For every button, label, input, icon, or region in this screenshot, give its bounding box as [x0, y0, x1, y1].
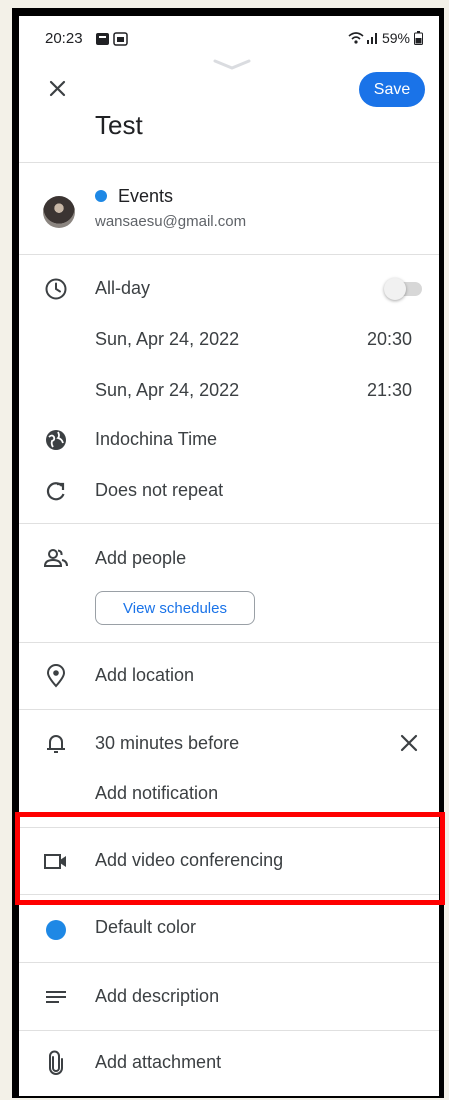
location-pin-icon	[43, 663, 69, 689]
clock-icon	[43, 276, 69, 302]
calendar-name[interactable]: Events	[118, 186, 173, 207]
add-description[interactable]: Add description	[95, 986, 219, 1007]
start-date[interactable]: Sun, Apr 24, 2022	[95, 329, 239, 350]
divider	[19, 827, 439, 828]
divider	[19, 1030, 439, 1031]
all-day-label: All-day	[95, 278, 151, 298]
divider	[19, 523, 439, 524]
all-day-toggle-knob[interactable]	[384, 278, 406, 300]
people-icon	[43, 546, 69, 572]
calendar-email[interactable]: wansaesu@gmail.com	[95, 213, 246, 230]
end-time[interactable]: 21:30	[367, 380, 412, 401]
divider	[19, 254, 439, 255]
divider	[19, 642, 439, 643]
globe-icon	[43, 427, 69, 453]
add-notification[interactable]: Add notification	[95, 783, 218, 804]
status-notification-icons	[95, 31, 129, 47]
start-time[interactable]: 20:30	[367, 329, 412, 350]
color-swatch	[46, 920, 66, 940]
status-right: 59%	[348, 30, 423, 46]
battery-icon	[414, 31, 423, 45]
add-people[interactable]: Add people	[95, 548, 186, 569]
avatar	[43, 196, 75, 228]
bell-icon	[43, 731, 69, 757]
add-video-conferencing[interactable]: Add video conferencing	[95, 850, 283, 871]
divider	[19, 709, 439, 710]
video-camera-icon	[43, 848, 69, 874]
close-icon[interactable]	[43, 74, 73, 104]
add-attachment[interactable]: Add attachment	[95, 1052, 221, 1073]
view-schedules-button[interactable]: View schedules	[95, 591, 255, 625]
add-location[interactable]: Add location	[95, 665, 194, 686]
status-time: 20:23	[45, 30, 83, 47]
wifi-signal-icon	[348, 31, 378, 45]
calendar-color-dot	[95, 190, 107, 202]
notification-value[interactable]: 30 minutes before	[95, 733, 239, 754]
repeat-option[interactable]: Does not repeat	[95, 480, 223, 501]
battery-percent: 59%	[381, 30, 410, 46]
divider	[19, 162, 439, 163]
divider	[19, 894, 439, 895]
drag-handle-icon[interactable]	[212, 58, 252, 72]
event-title-input[interactable]: Test	[95, 110, 143, 141]
description-lines-icon	[43, 984, 69, 1010]
end-date[interactable]: Sun, Apr 24, 2022	[95, 380, 239, 401]
default-color[interactable]: Default color	[95, 917, 196, 938]
repeat-icon	[43, 478, 69, 504]
divider	[19, 962, 439, 963]
paperclip-icon	[43, 1050, 69, 1076]
save-button[interactable]: Save	[359, 72, 425, 107]
remove-notification-icon[interactable]	[395, 729, 423, 757]
timezone[interactable]: Indochina Time	[95, 429, 217, 450]
event-editor-screen: 20:23 59% Save Test Events wansaesu@gmai…	[19, 16, 439, 1096]
